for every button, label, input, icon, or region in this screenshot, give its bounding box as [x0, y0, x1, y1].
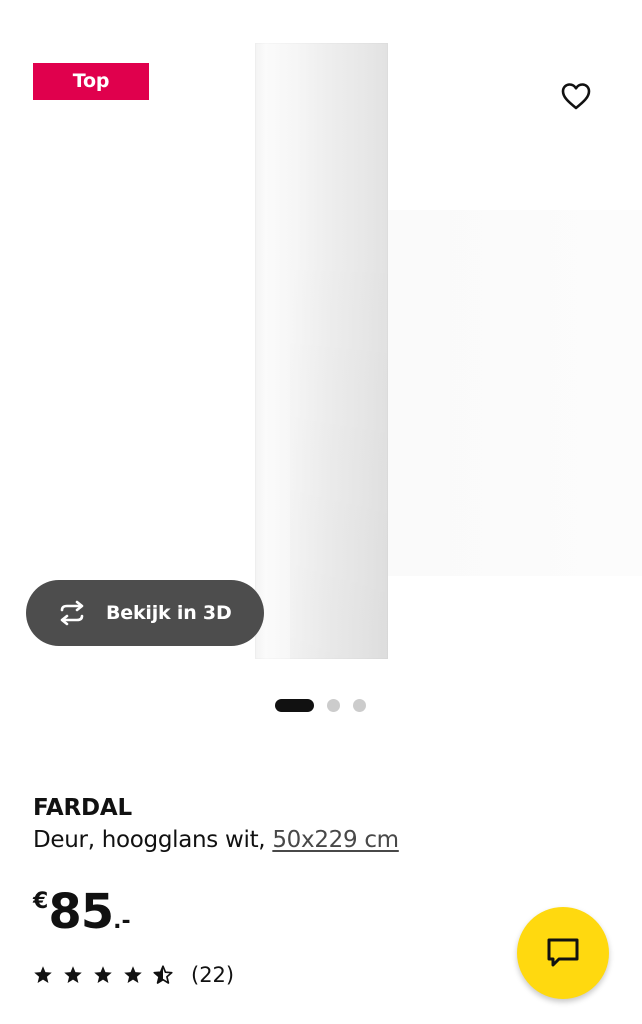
product-info: FARDAL Deur, hoogglans wit, 50x229 cm	[33, 792, 613, 856]
view-in-3d-button[interactable]: Bekijk in 3D	[26, 580, 264, 646]
product-image-gallery[interactable]: Top seller Bekijk in 3D	[0, 0, 642, 680]
chat-bubble-icon	[547, 938, 579, 967]
pagination-dot[interactable]	[353, 699, 366, 712]
price-currency: €	[33, 889, 49, 914]
gallery-pagination	[275, 699, 379, 712]
product-size-link[interactable]: 50x229 cm	[272, 827, 399, 853]
price-decimal: .-	[113, 909, 131, 934]
review-count: (22)	[191, 963, 235, 987]
pagination-dot-active[interactable]	[275, 699, 314, 712]
rotate-3d-icon	[54, 600, 90, 626]
product-description-text: Deur, hoogglans wit,	[33, 827, 266, 853]
product-name: FARDAL	[33, 795, 132, 821]
product-rating[interactable]: (22)	[33, 963, 234, 987]
heart-outline-icon	[561, 83, 591, 110]
price-integer: 85	[48, 884, 114, 940]
favorite-button[interactable]	[554, 74, 598, 118]
product-description: Deur, hoogglans wit, 50x229 cm	[33, 824, 613, 856]
pagination-dot[interactable]	[327, 699, 340, 712]
background-panel	[388, 210, 642, 576]
product-price: € 85 .-	[33, 884, 131, 940]
product-image[interactable]	[255, 43, 388, 659]
star-full-icon	[123, 965, 143, 985]
star-full-icon	[63, 965, 83, 985]
chat-button[interactable]	[517, 907, 609, 999]
star-full-icon	[33, 965, 53, 985]
view-in-3d-label: Bekijk in 3D	[106, 602, 232, 624]
star-half-icon	[153, 965, 173, 985]
top-seller-badge: Top seller	[33, 63, 149, 129]
star-full-icon	[93, 965, 113, 985]
